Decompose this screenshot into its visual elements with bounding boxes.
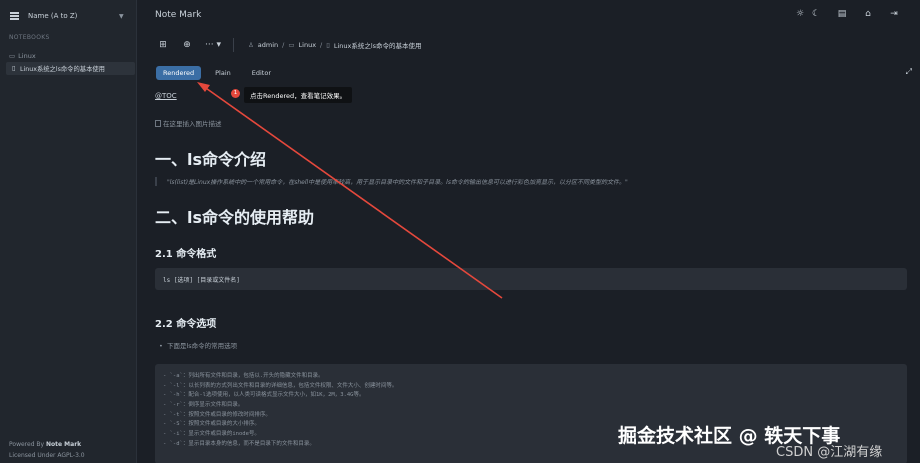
user-icon: ♙ [247,41,254,49]
logout-icon[interactable]: ⇥ [888,9,900,19]
annotation-tooltip: 点击Rendered，查看笔记效果。 [244,87,353,103]
image-icon [155,119,161,127]
document-icon: ▯ [12,65,16,72]
moon-icon[interactable]: ☾ [810,9,822,19]
code-line: - `-t`：按照文件或目录的修改时间排序。 [163,411,271,418]
document-icon[interactable]: ▤ [836,9,848,19]
header-actions: ☼ ☾ ▤ ⌂ ⇥ [794,9,900,19]
code-block-format: ls [选项] [目录或文件名] [155,268,907,290]
heading-format: 2.1 命令格式 [155,249,217,260]
section-label-notebooks: NOTEBOOKS [9,34,50,41]
code-line: - `-h`：配合-l选项使用，以人类可读格式显示文件大小，如1K，2M，3.4… [163,392,365,399]
code-line: - `-a`：列出所有文件和目录，包括以.开头的隐藏文件和目录。 [163,373,324,379]
image-alt-text: 在这里插入图片描述 [163,120,222,128]
folder-label: Linux [18,52,36,60]
document-icon: ▯ [326,41,330,49]
note-label: Linux系统之ls命令的基本使用 [20,66,105,73]
sidebar-item-folder[interactable]: ▭ Linux [9,52,36,60]
code-line: - `-r`：倒序显示文件和目录。 [163,402,244,409]
tab-editor[interactable]: Editor [245,66,278,80]
tab-rendered[interactable]: Rendered [156,66,202,80]
separator-icon: / [282,41,285,49]
annotation-number: 1 [231,89,240,98]
sort-select[interactable]: Name (A to Z) [28,12,77,20]
toolbar-divider [232,38,234,52]
folder-icon: ▭ [288,41,295,49]
menu-icon[interactable] [10,12,19,20]
heading-help: 二、ls命令的使用帮助 [155,208,315,227]
footer-powered: Powered By Note Mark [9,441,82,448]
breadcrumb: ♙ admin / ▭ Linux / ▯ Linux系统之ls命令的基本使用 [248,40,422,50]
chevron-down-icon[interactable]: ▼ [119,13,124,20]
new-folder-icon[interactable]: ⊞ [155,37,171,53]
sun-icon[interactable]: ☼ [794,9,806,19]
app-title: Note Mark [155,10,202,20]
toc-link[interactable]: @TOC [155,92,177,100]
expand-icon[interactable]: ⤢ [906,67,912,77]
footer-license: Licensed Under AGPL-3.0 [9,452,85,459]
main-area: Note Mark ☼ ☾ ▤ ⌂ ⇥ ⊞ ⊕ ··· ▾ ♙ admin / … [138,0,920,463]
more-options-icon[interactable]: ··· ▾ [205,40,221,50]
footer-brand: Note Mark [46,441,82,448]
sidebar-item-note[interactable]: ▯ Linux系统之ls命令的基本使用 [6,62,135,75]
new-note-icon[interactable]: ⊕ [179,37,195,53]
code-line: - `-l`：以长列表的方式列出文件和目录的详细信息，包括文件权限、文件大小、创… [163,382,398,389]
folder-icon: ▭ [9,52,16,60]
watermark-sub: CSDN @江湖有缘 [776,445,883,460]
broken-image: 在这里插入图片描述 [155,118,222,128]
breadcrumb-note[interactable]: Linux系统之ls命令的基本使用 [334,40,422,50]
note-toolbar: ⊞ ⊕ ··· ▾ ♙ admin / ▭ Linux / ▯ Linux系统之… [155,33,422,57]
breadcrumb-folder[interactable]: Linux [299,41,317,49]
blockquote: "ls(list)是Linux操作系统中的一个常用命令，在shell中是使用率较… [155,177,905,186]
heading-options: 2.2 命令选项 [155,319,217,330]
view-tabs: Rendered Plain Editor [156,66,278,80]
tab-plain[interactable]: Plain [208,66,238,80]
heading-intro: 一、ls命令介绍 [155,150,267,169]
separator-icon: / [320,41,323,49]
home-icon[interactable]: ⌂ [862,9,874,19]
breadcrumb-user[interactable]: admin [258,41,278,49]
sidebar: Name (A to Z) ▼ NOTEBOOKS ▭ Linux ▯ Linu… [0,0,137,463]
list-item: • 下面是ls命令的常用选项 [159,342,238,350]
